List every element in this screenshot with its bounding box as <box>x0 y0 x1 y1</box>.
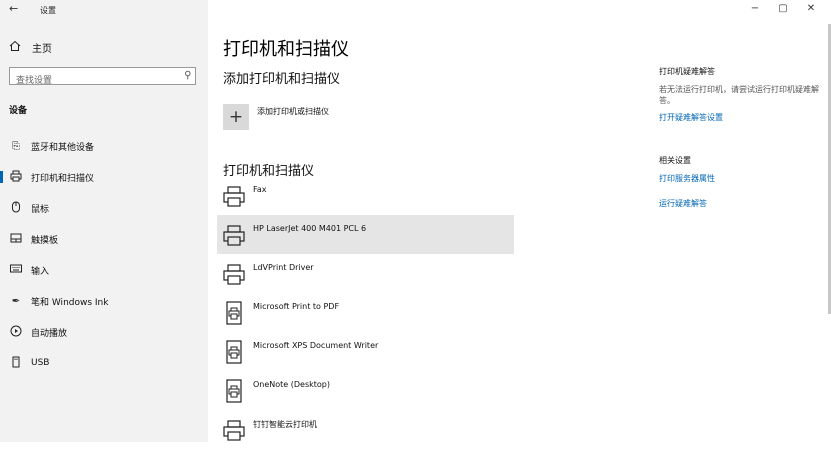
add-printer-button[interactable]: + 添加打印机或扫描仪 <box>223 104 329 130</box>
main-content: 打印机和扫描仪 添加打印机和扫描仪 + 添加打印机或扫描仪 打印机和扫描仪 Fa… <box>208 0 648 442</box>
sidebar-item-mouse[interactable]: 鼠标 <box>0 196 208 220</box>
printer-item-print-to-pdf[interactable]: Microsoft Print to PDF <box>217 293 514 332</box>
document-printer-icon <box>226 301 242 325</box>
search-input[interactable] <box>10 73 176 89</box>
sidebar-item-bluetooth[interactable]: ⎘ 蓝牙和其他设备 <box>0 134 208 158</box>
printer-list: Fax HP LaserJet 400 M401 PCL 6 LdVPrint … <box>217 176 514 449</box>
titlebar-left: ← 设置 <box>0 0 208 22</box>
close-button[interactable]: ✕ <box>797 3 825 14</box>
sidebar-home-label: 主页 <box>32 43 52 55</box>
sidebar-item-typing[interactable]: 输入 <box>0 258 208 282</box>
sidebar-item-pen[interactable]: ✒ 笔和 Windows Ink <box>0 289 208 313</box>
printer-item-dingtalk-cloud[interactable]: 钉钉智能云打印机 <box>217 410 514 449</box>
printer-name: Microsoft XPS Document Writer <box>253 341 379 350</box>
printer-icon <box>9 170 23 185</box>
printer-item-hp[interactable]: HP LaserJet 400 M401 PCL 6 <box>217 215 514 254</box>
app-title: 设置 <box>40 6 56 15</box>
printer-name: HP LaserJet 400 M401 PCL 6 <box>253 224 367 233</box>
search-box[interactable]: ⚲ <box>9 67 196 89</box>
page-title: 打印机和扫描仪 <box>223 39 349 60</box>
window-controls: − ▢ ✕ <box>741 3 825 14</box>
document-printer-icon <box>226 340 242 364</box>
sidebar-item-label: 自动播放 <box>31 328 68 339</box>
sidebar-item-usb[interactable]: USB <box>0 351 208 375</box>
plus-icon: + <box>223 104 249 130</box>
sidebar-item-label: 蓝牙和其他设备 <box>31 142 95 153</box>
usb-icon <box>9 356 23 371</box>
section-label-devices: 设备 <box>9 106 28 116</box>
printer-icon <box>223 225 245 246</box>
sidebar-home[interactable]: 主页 <box>9 38 52 56</box>
printer-icon <box>223 264 245 285</box>
sidebar: ← 设置 主页 ⚲ 设备 ⎘ 蓝牙和其他设备 打印机和扫描仪 鼠标 触摸板 <box>0 0 208 442</box>
printer-name: Microsoft Print to PDF <box>253 302 340 311</box>
sidebar-item-label: 触摸板 <box>31 235 59 246</box>
printer-item-fax[interactable]: Fax <box>217 176 514 215</box>
sidebar-item-label: USB <box>31 358 50 368</box>
pen-icon: ✒ <box>11 295 21 307</box>
home-icon <box>9 40 23 55</box>
sidebar-item-label: 打印机和扫描仪 <box>31 173 95 184</box>
sidebar-item-label: 鼠标 <box>31 204 50 215</box>
add-printer-label: 添加打印机或扫描仪 <box>257 106 329 116</box>
sidebar-item-label: 笔和 Windows Ink <box>31 297 109 308</box>
printer-name: Fax <box>253 185 267 194</box>
troubleshoot-heading: 打印机疑难解答 <box>659 67 715 76</box>
keyboard-icon <box>9 264 23 276</box>
mouse-icon <box>9 201 23 216</box>
autoplay-icon <box>9 325 23 340</box>
printer-name: 钉钉智能云打印机 <box>253 420 317 429</box>
related-settings-heading: 相关设置 <box>659 156 691 165</box>
sidebar-item-label: 输入 <box>31 266 50 277</box>
minimize-button[interactable]: − <box>741 3 769 14</box>
maximize-button[interactable]: ▢ <box>769 3 797 14</box>
printer-item-onenote[interactable]: OneNote (Desktop) <box>217 371 514 410</box>
open-troubleshoot-settings-link[interactable]: 打开疑难解答设置 <box>659 112 723 123</box>
back-arrow-icon[interactable]: ← <box>9 2 18 15</box>
printer-icon <box>223 420 245 441</box>
troubleshoot-text: 若无法运行打印机，请尝试运行打印机疑难解答。 <box>659 85 819 105</box>
document-printer-icon <box>226 379 242 403</box>
touchpad-icon <box>9 233 23 246</box>
sidebar-item-touchpad[interactable]: 触摸板 <box>0 227 208 251</box>
sidebar-item-autoplay[interactable]: 自动播放 <box>0 320 208 344</box>
print-server-properties-link[interactable]: 打印服务器属性 <box>659 173 715 184</box>
printer-name: LdVPrint Driver <box>253 263 314 272</box>
printer-icon <box>223 186 245 207</box>
add-printers-heading: 添加打印机和扫描仪 <box>223 72 341 87</box>
search-icon[interactable]: ⚲ <box>184 70 191 81</box>
printer-item-xps-writer[interactable]: Microsoft XPS Document Writer <box>217 332 514 371</box>
printer-name: OneNote (Desktop) <box>253 380 331 389</box>
run-troubleshooter-link[interactable]: 运行疑难解答 <box>659 198 707 209</box>
bluetooth-devices-icon: ⎘ <box>12 140 20 152</box>
sidebar-item-printers[interactable]: 打印机和扫描仪 <box>0 165 208 189</box>
printer-item-ldvprint[interactable]: LdVPrint Driver <box>217 254 514 293</box>
